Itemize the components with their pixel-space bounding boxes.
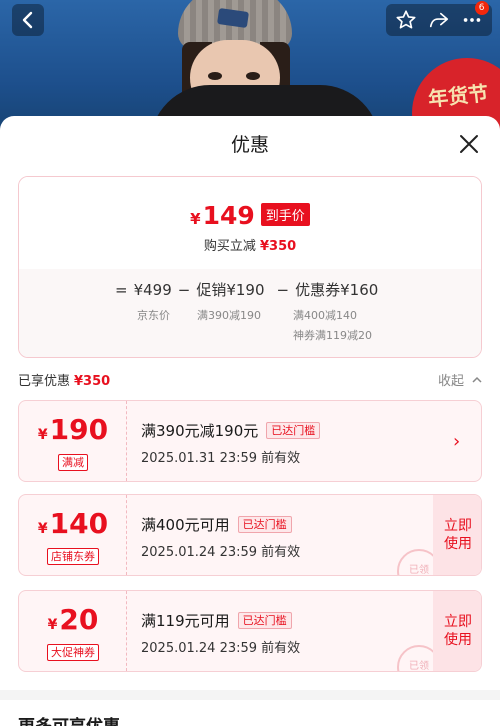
- summary-breakdown: = ¥499 − 促销¥190 − 优惠券¥160 京东价 满390减190 满…: [19, 269, 481, 357]
- reduce-value: ¥350: [259, 239, 297, 254]
- share-button[interactable]: [426, 7, 452, 33]
- coupon-amount: ¥ 190: [19, 413, 127, 446]
- favorite-button[interactable]: [393, 7, 419, 33]
- coupon-card: ¥ 140 店铺东券 满400元可用 已达门槛 2025.01.24 23:59…: [18, 494, 482, 576]
- coupon-expiry: 2025.01.31 23:59 前有效: [141, 451, 301, 466]
- coupon-type-wrap: 店铺东券: [19, 545, 127, 565]
- coupon-title: 满390元减190元: [141, 422, 259, 440]
- promo-amount: 促销¥190: [196, 281, 265, 299]
- threshold-badge: 已达门槛: [237, 612, 292, 629]
- coupon-title-row: 满400元可用 已达门槛: [141, 514, 292, 535]
- coupon-amount-area: ¥ 190 满减: [19, 401, 127, 481]
- summary-top: ¥ 149 到手价 购买立减 ¥350: [19, 177, 481, 269]
- minus-sign: −: [177, 281, 191, 299]
- close-icon[interactable]: [458, 133, 480, 155]
- currency-symbol: ¥: [190, 210, 201, 228]
- collapse-toggle[interactable]: 收起: [438, 370, 483, 389]
- chevron-right-icon[interactable]: ›: [453, 431, 460, 452]
- enjoyed-discount: 已享优惠 ¥350: [18, 370, 110, 389]
- coupon-type-wrap: 大促神券: [19, 641, 127, 661]
- equals-sign: =: [115, 281, 128, 299]
- sheet-title: 优惠: [230, 134, 269, 156]
- coupon-value: 190: [49, 413, 109, 446]
- coupon-expiry: 2025.01.24 23:59 前有效: [141, 545, 301, 560]
- coupon-card[interactable]: ¥ 190 满减 满390元减190元 已达门槛 2025.01.31 23:5…: [18, 400, 482, 482]
- coupon-type-wrap: 满减: [19, 451, 127, 471]
- more-discounts-title: 更多可享优惠: [18, 712, 120, 726]
- coupon-amount-area: ¥ 140 店铺东券: [19, 495, 127, 575]
- coupon-currency: ¥: [37, 521, 48, 537]
- coupon-title-row: 满119元可用 已达门槛: [141, 610, 292, 631]
- use-now-button[interactable]: 立即使用: [433, 495, 481, 575]
- collapse-label: 收起: [438, 374, 465, 389]
- coupon-type: 满减: [58, 454, 88, 471]
- price-summary-card: ¥ 149 到手价 购买立减 ¥350 = ¥499 − 促销¥190 − 优惠…: [18, 176, 482, 358]
- price-calc-row: = ¥499 − 促销¥190 − 优惠券¥160: [115, 279, 384, 300]
- section-divider: [0, 690, 500, 700]
- coupon-card: ¥ 20 大促神券 满119元可用 已达门槛 2025.01.24 23:59 …: [18, 590, 482, 672]
- coupon-amount-area: ¥ 20 大促神券: [19, 591, 127, 671]
- more-menu-button[interactable]: 6: [459, 1, 489, 33]
- notification-badge: 6: [474, 1, 489, 15]
- coupon-currency: ¥: [37, 427, 48, 443]
- chevron-up-icon: [472, 376, 482, 383]
- final-price: 149: [202, 201, 255, 230]
- share-icon: [429, 12, 449, 28]
- coupon-amount: ¥ 20: [19, 603, 127, 636]
- threshold-badge: 已达门槛: [237, 516, 292, 533]
- reduce-label: 购买立减: [203, 239, 256, 254]
- coupon-expiry: 2025.01.24 23:59 前有效: [141, 641, 301, 656]
- coupon-detail-1: 满400减140: [293, 309, 357, 322]
- coupon-amount: ¥ 140: [19, 507, 127, 540]
- final-price-row: ¥ 149 到手价: [19, 201, 481, 230]
- enjoyed-label: 已享优惠: [18, 374, 71, 389]
- coupon-amount: 优惠券¥160: [295, 281, 379, 299]
- coupon-detail-2: 神券满119减20: [293, 329, 372, 342]
- eye-left: [208, 72, 222, 80]
- threshold-badge: 已达门槛: [266, 422, 321, 439]
- coupon-value: 140: [49, 507, 109, 540]
- use-now-button[interactable]: 立即使用: [433, 591, 481, 671]
- back-button[interactable]: [12, 4, 44, 36]
- coupon-type: 大促神券: [47, 644, 99, 661]
- enjoyed-value: ¥350: [74, 374, 111, 389]
- coupon-value: 20: [59, 603, 99, 636]
- top-action-bar: 6: [386, 1, 492, 36]
- coupon-title: 满119元可用: [141, 612, 230, 630]
- minus-sign-2: −: [276, 281, 290, 299]
- promo-detail: 满390减190: [197, 309, 261, 322]
- coupon-title: 满400元可用: [141, 516, 230, 534]
- coupon-title-row: 满390元减190元 已达门槛: [141, 420, 321, 441]
- coupon-type: 店铺东券: [47, 548, 99, 565]
- chevron-left-icon: [22, 11, 33, 29]
- eye-right: [246, 72, 260, 80]
- star-icon: [396, 10, 416, 29]
- coupon-currency: ¥: [47, 617, 58, 633]
- jd-price: ¥499: [133, 281, 172, 299]
- final-price-tag: 到手价: [260, 203, 310, 226]
- reduce-row: 购买立减 ¥350: [19, 235, 481, 254]
- discount-sheet: 优惠 ¥ 149 到手价 购买立减 ¥350 = ¥499 − 促销¥190 −…: [0, 116, 500, 726]
- jd-price-label: 京东价: [137, 309, 170, 322]
